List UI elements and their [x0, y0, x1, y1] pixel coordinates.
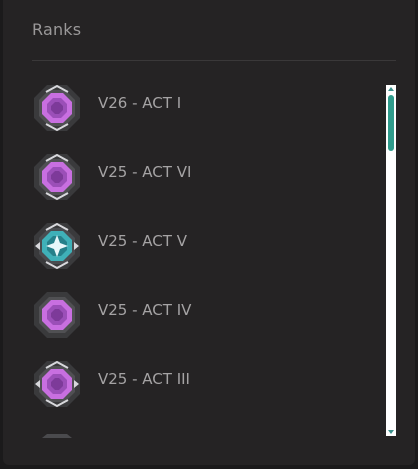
rank-item-v25-act-iv[interactable]: V25 - ACT IV: [3, 285, 383, 345]
rank-label: V25 - ACT IV: [98, 301, 192, 319]
partial-rank-badge-icon: [42, 434, 72, 438]
rank-list: V26 - ACT I V25 - ACT VI V25 - ACT V V25…: [3, 78, 383, 436]
platinum-rank-badge-icon: [34, 84, 80, 132]
scroll-down-arrow-icon[interactable]: [388, 430, 394, 434]
scroll-up-arrow-icon[interactable]: [388, 87, 394, 91]
panel-title: Ranks: [32, 20, 82, 39]
title-divider: [32, 60, 396, 61]
scrollbar[interactable]: [386, 85, 396, 436]
rank-label: V25 - ACT III: [98, 370, 190, 388]
rank-label: V25 - ACT V: [98, 232, 187, 250]
platinum-rank-badge-icon: [34, 292, 80, 338]
platinum-rank-badge-icon: [34, 360, 80, 408]
rank-item-v25-act-iii[interactable]: V25 - ACT III: [3, 354, 383, 414]
scroll-thumb[interactable]: [388, 95, 394, 151]
rank-label: V26 - ACT I: [98, 94, 182, 112]
rank-item-v25-act-v[interactable]: V25 - ACT V: [3, 216, 383, 276]
platinum-rank-badge-icon: [34, 153, 80, 201]
rank-label: V25 - ACT VI: [98, 163, 192, 181]
rank-item-v26-act-i[interactable]: V26 - ACT I: [3, 78, 383, 138]
diamond-rank-badge-icon: [34, 222, 80, 270]
rank-item-v25-act-vi[interactable]: V25 - ACT VI: [3, 147, 383, 207]
ranks-panel: Ranks V26 - ACT I V25 - ACT VI V25 - ACT…: [3, 0, 415, 465]
